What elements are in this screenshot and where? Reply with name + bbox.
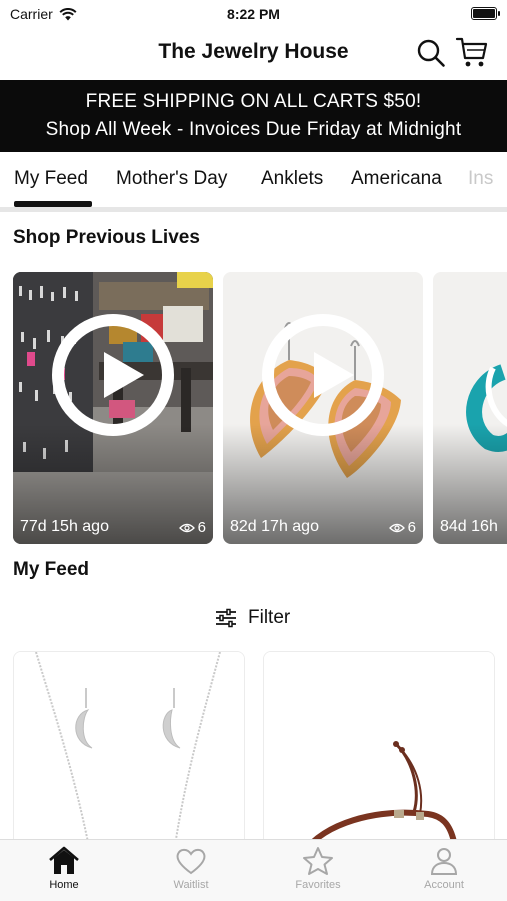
product-image [14,652,244,852]
tab-favorites[interactable]: Favorites [268,846,368,891]
live-card[interactable]: 82d 17h ago 6 [223,272,423,544]
cart-icon[interactable] [455,36,489,68]
previous-lives-carousel[interactable]: 77d 15h ago 6 82d 17h ago 6 84d 16h [0,272,507,544]
bottom-tab-bar: Home Waitlist Favorites Account [0,839,507,901]
tabs-divider [0,207,507,212]
promo-line-1: FREE SHIPPING ON ALL CARTS $50! [85,91,422,112]
status-time: 8:22 PM [227,6,280,22]
play-icon[interactable] [262,314,384,436]
tab-home[interactable]: Home [14,846,114,891]
tab-americana[interactable]: Americana [351,168,442,190]
person-icon [430,848,458,875]
battery-icon [471,7,500,20]
tab-anklets[interactable]: Anklets [261,168,323,190]
status-bar: Carrier 8:22 PM [0,0,507,28]
tab-favorites-label: Favorites [295,879,341,891]
tab-waitlist-label: Waitlist [173,879,209,891]
filter-button[interactable]: Filter [214,604,290,632]
live-age: 84d 16h [440,518,498,535]
promo-line-2: Shop All Week - Invoices Due Friday at M… [45,119,462,140]
live-card[interactable]: 77d 15h ago 6 [13,272,213,544]
eye-icon [178,523,195,532]
live-age: 77d 15h ago [20,518,109,535]
view-count-value: 6 [197,519,206,536]
view-count-value: 6 [407,519,416,536]
sliders-icon [216,608,236,628]
promo-banner[interactable]: FREE SHIPPING ON ALL CARTS $50! Shop All… [0,80,507,152]
live-age: 82d 17h ago [230,518,319,535]
category-tabs: My Feed Mother's Day Anklets Americana I… [0,152,507,208]
tab-ins[interactable]: Ins [468,168,493,190]
previous-lives-heading: Shop Previous Lives [13,227,200,248]
tab-account[interactable]: Account [394,846,494,891]
search-icon[interactable] [416,38,446,68]
view-count: 6 [178,519,206,536]
eye-icon [388,523,405,532]
app-header: The Jewelry House [0,28,507,78]
view-count: 6 [388,519,416,536]
tab-home-label: Home [49,879,79,891]
play-icon[interactable] [52,314,174,436]
tab-waitlist[interactable]: Waitlist [141,846,241,891]
tab-account-label: Account [424,879,464,891]
tab-my-feed[interactable]: My Feed [14,168,88,190]
home-icon [49,846,79,874]
filter-label: Filter [248,607,291,628]
product-card[interactable] [263,651,495,853]
heart-icon [176,848,206,875]
live-card[interactable]: 84d 16h [433,272,507,544]
product-card[interactable] [13,651,245,853]
star-icon [303,847,333,875]
product-image [264,652,494,852]
tab-mothers-day[interactable]: Mother's Day [116,168,227,190]
feed-heading: My Feed [13,559,90,580]
